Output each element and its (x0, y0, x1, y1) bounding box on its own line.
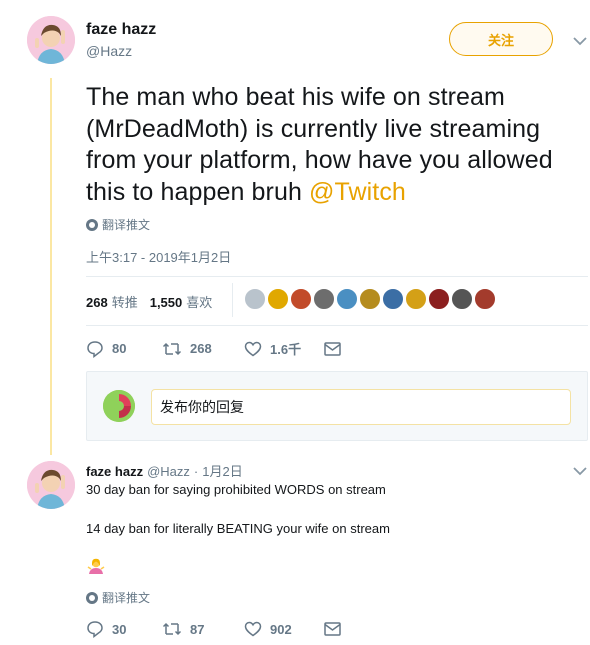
avatar[interactable] (27, 461, 75, 509)
reply-tweet-header: faze hazz @Hazz · 1月2日 (86, 461, 243, 480)
envelope-icon (324, 341, 341, 356)
divider (86, 325, 588, 326)
liker-avatar[interactable] (244, 288, 266, 310)
chevron-down-icon[interactable] (573, 33, 587, 49)
translate-tweet-link[interactable]: 翻译推文 (86, 216, 150, 233)
tweet-text: The man who beat his wife on stream (MrD… (86, 82, 586, 208)
reply-button[interactable]: 30 (86, 620, 162, 638)
like-button[interactable]: 902 (244, 621, 324, 637)
avatar[interactable] (27, 16, 75, 64)
like-stat[interactable]: 1,550 喜欢 (150, 292, 213, 311)
divider (86, 276, 588, 277)
heart-icon (244, 341, 262, 356)
reply-icon (87, 340, 103, 358)
liker-avatars (244, 288, 496, 310)
user-handle[interactable]: @Hazz (147, 464, 190, 479)
liker-avatar[interactable] (428, 288, 450, 310)
retweet-stat[interactable]: 268 转推 (86, 292, 138, 311)
liker-avatar[interactable] (336, 288, 358, 310)
retweet-count: 268 (190, 341, 212, 356)
liker-avatar[interactable] (267, 288, 289, 310)
tweet-timestamp[interactable]: 上午3:17 - 2019年1月2日 (86, 247, 231, 266)
reply-count: 80 (112, 341, 127, 356)
current-user-avatar (103, 390, 135, 422)
reply-button[interactable]: 80 (86, 340, 162, 358)
reply-input[interactable]: 发布你的回复 (151, 389, 571, 425)
header-separator: · (193, 464, 199, 479)
chevron-down-icon[interactable] (573, 463, 587, 479)
like-count: 902 (270, 621, 292, 637)
like-count: 1.6千 (270, 342, 302, 357)
retweet-count: 87 (190, 621, 205, 637)
retweet-button[interactable]: 268 (162, 341, 244, 357)
direct-message-button[interactable] (324, 341, 341, 356)
display-name[interactable]: faze hazz (86, 21, 156, 39)
reply-tweet-text-line: 30 day ban for saying prohibited WORDS o… (86, 482, 386, 497)
display-name[interactable]: faze hazz (86, 464, 143, 479)
retweet-icon (162, 622, 182, 636)
liker-avatar[interactable] (474, 288, 496, 310)
retweet-icon (162, 342, 182, 355)
direct-message-button[interactable] (324, 622, 341, 636)
retweet-button[interactable]: 87 (162, 621, 244, 637)
heart-icon (244, 621, 262, 637)
reply-tweet-text-line: 14 day ban for literally BEATING your wi… (86, 521, 390, 536)
envelope-icon (324, 622, 341, 636)
tweet-actions: 30 87 902 (86, 620, 341, 638)
globe-icon (86, 218, 98, 231)
woman-shrugging-icon (87, 557, 105, 575)
tweet-actions: 80 268 1.6千 (86, 339, 341, 358)
stats-separator (232, 283, 233, 317)
tweet-stats: 268 转推 1,550 喜欢 (86, 292, 212, 311)
translate-label: 翻译推文 (102, 591, 151, 605)
follow-button[interactable]: 关注 (449, 22, 553, 56)
reply-icon (87, 621, 103, 638)
liker-avatar[interactable] (405, 288, 427, 310)
liker-avatar[interactable] (359, 288, 381, 310)
user-handle[interactable]: @Hazz (86, 43, 132, 59)
mention-link[interactable]: @Twitch (309, 178, 406, 206)
liker-avatar[interactable] (313, 288, 335, 310)
translate-tweet-link[interactable]: 翻译推文 (86, 589, 150, 606)
liker-avatar[interactable] (290, 288, 312, 310)
liker-avatar[interactable] (382, 288, 404, 310)
like-button[interactable]: 1.6千 (244, 339, 324, 358)
tweet-date[interactable]: 1月2日 (202, 461, 242, 480)
liker-avatar[interactable] (451, 288, 473, 310)
translate-label: 翻译推文 (102, 218, 151, 232)
globe-icon (86, 591, 98, 604)
reply-count: 30 (112, 621, 127, 637)
thread-connector-line (50, 78, 52, 455)
